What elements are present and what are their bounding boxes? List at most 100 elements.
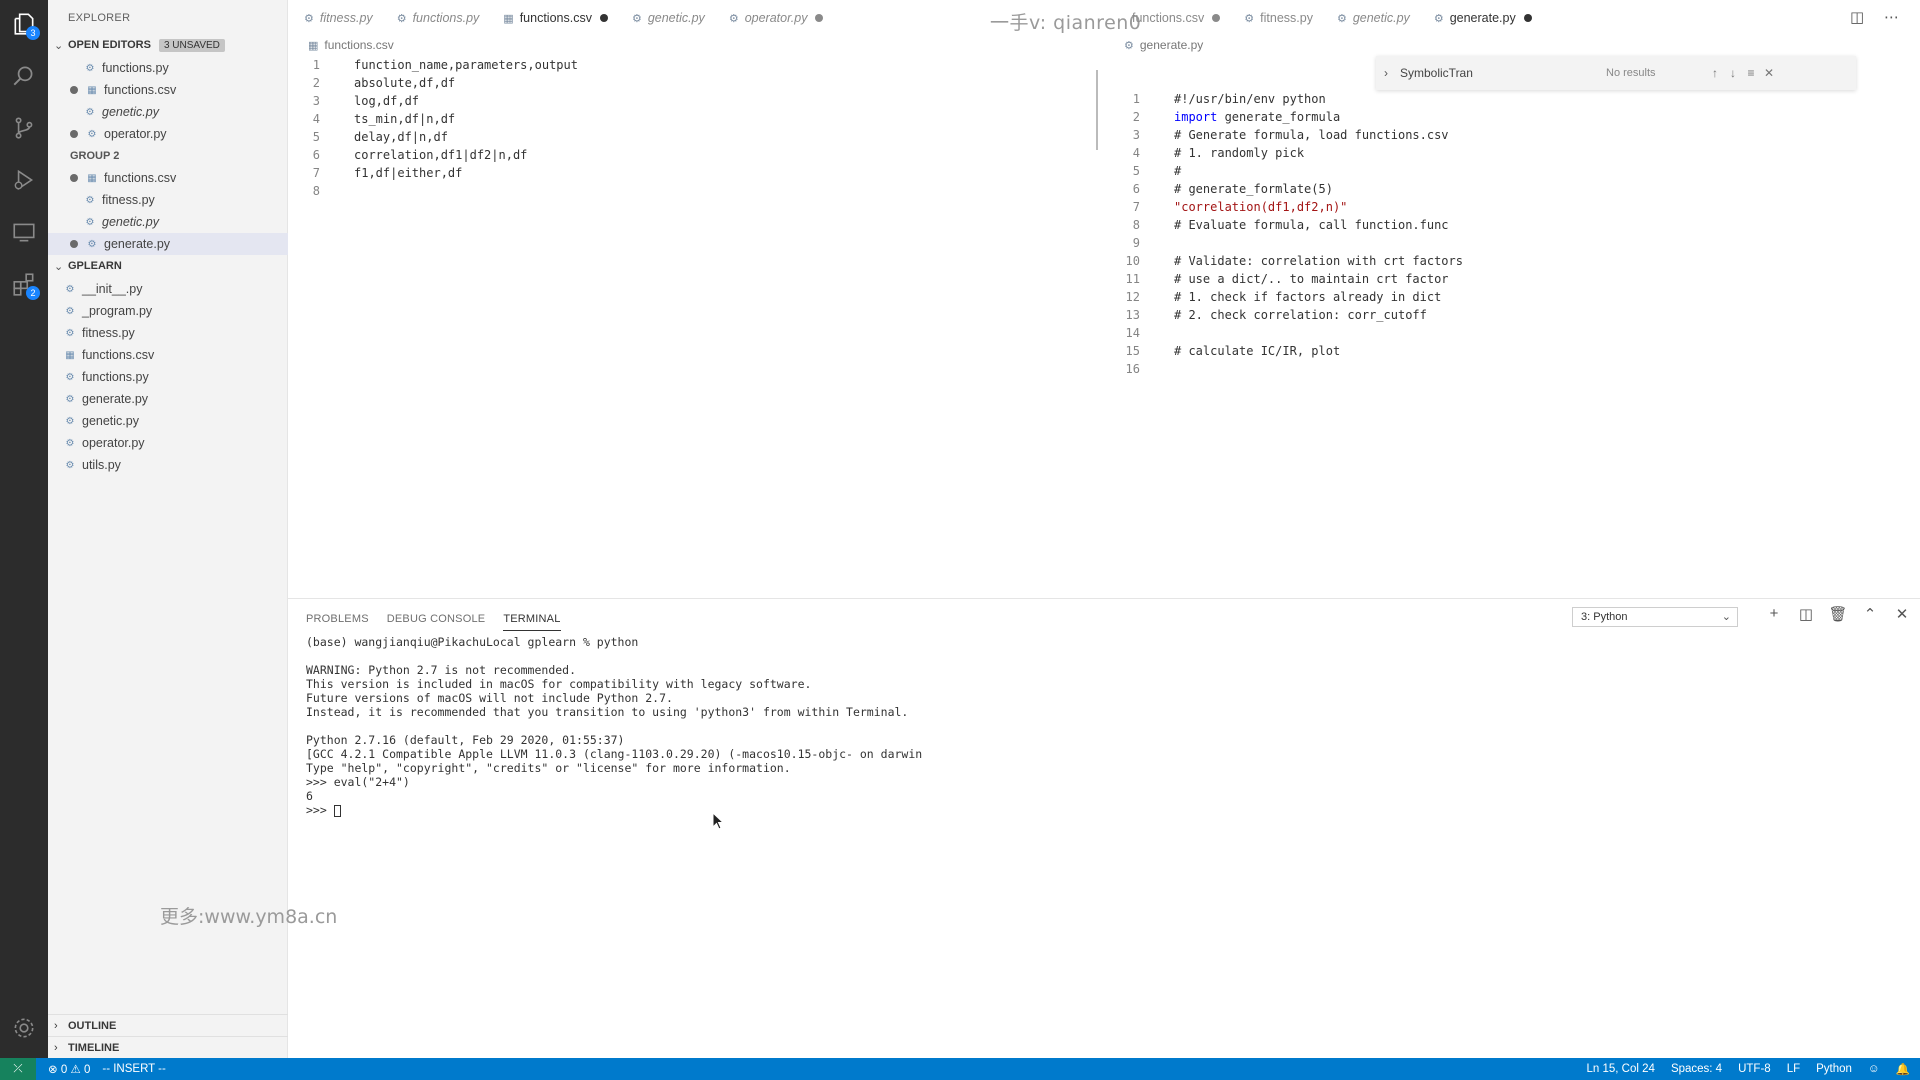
code-line[interactable]: 10 # Validate: correlation with crt facto… bbox=[1110, 252, 1463, 270]
file-item[interactable]: ▦ functions.csv bbox=[48, 344, 288, 366]
gear-icon[interactable] bbox=[0, 1004, 48, 1052]
code-line[interactable]: 16 bbox=[1110, 360, 1463, 378]
unsaved-dot-icon[interactable] bbox=[70, 240, 78, 248]
file-item[interactable]: ⚙ __init__.py bbox=[48, 278, 288, 300]
code-line[interactable]: 3 log,df,df bbox=[290, 92, 578, 110]
explorer-icon[interactable]: 3 bbox=[0, 0, 48, 48]
code-line[interactable]: 4 # 1. randomly pick bbox=[1110, 144, 1463, 162]
tab-genetic-py[interactable]: ⚙ genetic.py bbox=[620, 0, 717, 36]
open-editor-item[interactable]: ⚙ fitness.py bbox=[48, 189, 288, 211]
code-line[interactable]: 6 # generate_formlate(5) bbox=[1110, 180, 1463, 198]
tab-functions-csv[interactable]: functions.csv bbox=[1120, 0, 1232, 36]
file-item[interactable]: ⚙ operator.py bbox=[48, 432, 288, 454]
code-line[interactable]: 14 bbox=[1110, 324, 1463, 342]
file-item[interactable]: ⚙ genetic.py bbox=[48, 410, 288, 432]
terminal-output[interactable]: (base) wangjianqiu@PikachuLocal gplearn … bbox=[306, 635, 922, 817]
open-editor-item[interactable]: ▦ functions.csv bbox=[48, 79, 288, 101]
unsaved-dot-icon[interactable] bbox=[1212, 14, 1221, 22]
breadcrumb[interactable]: ▦ functions.csv bbox=[308, 38, 394, 52]
split-editor-icon[interactable]: ◫ bbox=[1850, 8, 1864, 26]
source-control-icon[interactable] bbox=[0, 104, 48, 152]
tab-operator-py[interactable]: ⚙ operator.py bbox=[717, 0, 836, 36]
unsaved-dot-icon[interactable] bbox=[70, 174, 78, 182]
extensions-icon[interactable]: 2 bbox=[0, 260, 48, 308]
unsaved-dot-icon[interactable] bbox=[70, 86, 78, 94]
find-input[interactable]: SymbolicTran bbox=[1396, 66, 1546, 80]
code-line[interactable]: 1 function_name,parameters,output bbox=[290, 56, 578, 74]
unsaved-dot-icon[interactable] bbox=[70, 130, 78, 138]
tab-problems[interactable]: PROBLEMS bbox=[306, 609, 369, 631]
outline-section[interactable]: › OUTLINE bbox=[48, 1014, 288, 1036]
tab-terminal[interactable]: TERMINAL bbox=[503, 609, 561, 631]
feedback-icon[interactable]: ☺ bbox=[1868, 1063, 1880, 1075]
tab-debug-console[interactable]: DEBUG CONSOLE bbox=[387, 609, 486, 631]
bell-icon[interactable]: 🔔 bbox=[1896, 1062, 1910, 1076]
unsaved-dot-icon[interactable] bbox=[599, 14, 608, 22]
file-item[interactable]: ⚙ utils.py bbox=[48, 454, 288, 476]
code-line[interactable]: 4 ts_min,df|n,df bbox=[290, 110, 578, 128]
tab-functions-csv[interactable]: ▦ functions.csv bbox=[491, 0, 620, 36]
arrow-down-icon[interactable]: ↓ bbox=[1724, 66, 1742, 80]
tab-fitness-py[interactable]: ⚙ fitness.py bbox=[292, 0, 385, 36]
project-section[interactable]: ⌄ GPLEARN bbox=[48, 256, 288, 276]
code-line[interactable]: 5 # bbox=[1110, 162, 1463, 180]
code-line[interactable]: 9 bbox=[1110, 234, 1463, 252]
indentation[interactable]: Spaces: 4 bbox=[1671, 1063, 1722, 1075]
chevron-right-icon[interactable]: › bbox=[1376, 66, 1396, 80]
open-editor-item[interactable]: ⚙ generate.py bbox=[48, 233, 288, 255]
close-panel-icon[interactable]: ✕ bbox=[1886, 605, 1918, 623]
run-debug-icon[interactable] bbox=[0, 156, 48, 204]
file-item[interactable]: ⚙ fitness.py bbox=[48, 322, 288, 344]
split-terminal-icon[interactable]: ◫ bbox=[1790, 605, 1822, 623]
breadcrumb[interactable]: ⚙ generate.py bbox=[1124, 38, 1203, 52]
file-item[interactable]: ⚙ generate.py bbox=[48, 388, 288, 410]
code-line[interactable]: 2 import generate_formula bbox=[1110, 108, 1463, 126]
code-line[interactable]: 6 correlation,df1|df2|n,df bbox=[290, 146, 578, 164]
remote-icon[interactable]: ⤫ bbox=[0, 1058, 36, 1080]
cursor-position[interactable]: Ln 15, Col 24 bbox=[1587, 1063, 1655, 1075]
maximize-panel-icon[interactable]: ⌃ bbox=[1854, 605, 1886, 623]
language-mode[interactable]: Python bbox=[1816, 1063, 1852, 1075]
open-editors-section[interactable]: ⌄ OPEN EDITORS 3 UNSAVED bbox=[48, 35, 288, 55]
code-line[interactable]: 13 # 2. check correlation: corr_cutoff bbox=[1110, 306, 1463, 324]
more-actions-icon[interactable]: ⋯ bbox=[1884, 8, 1899, 26]
code-line[interactable]: 5 delay,df|n,df bbox=[290, 128, 578, 146]
trash-icon[interactable]: 🗑 bbox=[1822, 605, 1854, 623]
terminal-select[interactable]: 3: Python ⌄ bbox=[1572, 607, 1738, 627]
tab-genetic-py[interactable]: ⚙ genetic.py bbox=[1325, 0, 1422, 36]
unsaved-dot-icon[interactable] bbox=[1523, 14, 1532, 22]
open-editor-item[interactable]: ⚙ genetic.py bbox=[48, 101, 288, 123]
code-line[interactable]: 8 # Evaluate formula, call function.func bbox=[1110, 216, 1463, 234]
terminal-prompt[interactable]: >>> bbox=[306, 803, 922, 817]
end-of-line[interactable]: LF bbox=[1787, 1063, 1800, 1075]
code-line[interactable]: 3 # Generate formula, load functions.csv bbox=[1110, 126, 1463, 144]
right-code-editor[interactable]: 1 #!/usr/bin/env python 2 import generate_f… bbox=[1110, 90, 1463, 378]
file-item[interactable]: ⚙ functions.py bbox=[48, 366, 288, 388]
code-line[interactable]: 11 # use a dict/.. to maintain crt factor bbox=[1110, 270, 1463, 288]
remote-explorer-icon[interactable] bbox=[0, 208, 48, 256]
code-line[interactable]: 2 absolute,df,df bbox=[290, 74, 578, 92]
unsaved-dot-icon[interactable] bbox=[815, 14, 824, 22]
code-line[interactable]: 7 "correlation(df1,df2,n)" bbox=[1110, 198, 1463, 216]
arrow-up-icon[interactable]: ↑ bbox=[1706, 66, 1724, 80]
selection-icon[interactable]: ≡ bbox=[1742, 66, 1760, 80]
sash[interactable] bbox=[1096, 70, 1098, 150]
problems-status[interactable]: ⊗ 0 ⚠ 0 bbox=[48, 1062, 90, 1076]
code-line[interactable]: 8 bbox=[290, 182, 578, 200]
open-editor-item[interactable]: ▦ functions.csv bbox=[48, 167, 288, 189]
close-icon[interactable]: ✕ bbox=[1760, 66, 1778, 80]
code-line[interactable]: 15 # calculate IC/IR, plot bbox=[1110, 342, 1463, 360]
code-line[interactable]: 1 #!/usr/bin/env python bbox=[1110, 90, 1463, 108]
tab-functions-py[interactable]: ⚙ functions.py bbox=[385, 0, 492, 36]
timeline-section[interactable]: › TIMELINE bbox=[48, 1036, 288, 1058]
add-terminal-icon[interactable]: + bbox=[1758, 605, 1790, 623]
open-editor-item[interactable]: ⚙ functions.py bbox=[48, 57, 288, 79]
left-code-editor[interactable]: 1 function_name,parameters,output 2 absolut… bbox=[290, 56, 578, 200]
encoding[interactable]: UTF-8 bbox=[1738, 1063, 1771, 1075]
tab-generate-py[interactable]: ⚙ generate.py bbox=[1422, 0, 1544, 36]
tab-fitness-py[interactable]: ⚙ fitness.py bbox=[1232, 0, 1325, 36]
open-editor-item[interactable]: ⚙ operator.py bbox=[48, 123, 288, 145]
file-item[interactable]: ⚙ _program.py bbox=[48, 300, 288, 322]
code-line[interactable]: 12 # 1. check if factors already in dict bbox=[1110, 288, 1463, 306]
open-editor-item[interactable]: ⚙ genetic.py bbox=[48, 211, 288, 233]
